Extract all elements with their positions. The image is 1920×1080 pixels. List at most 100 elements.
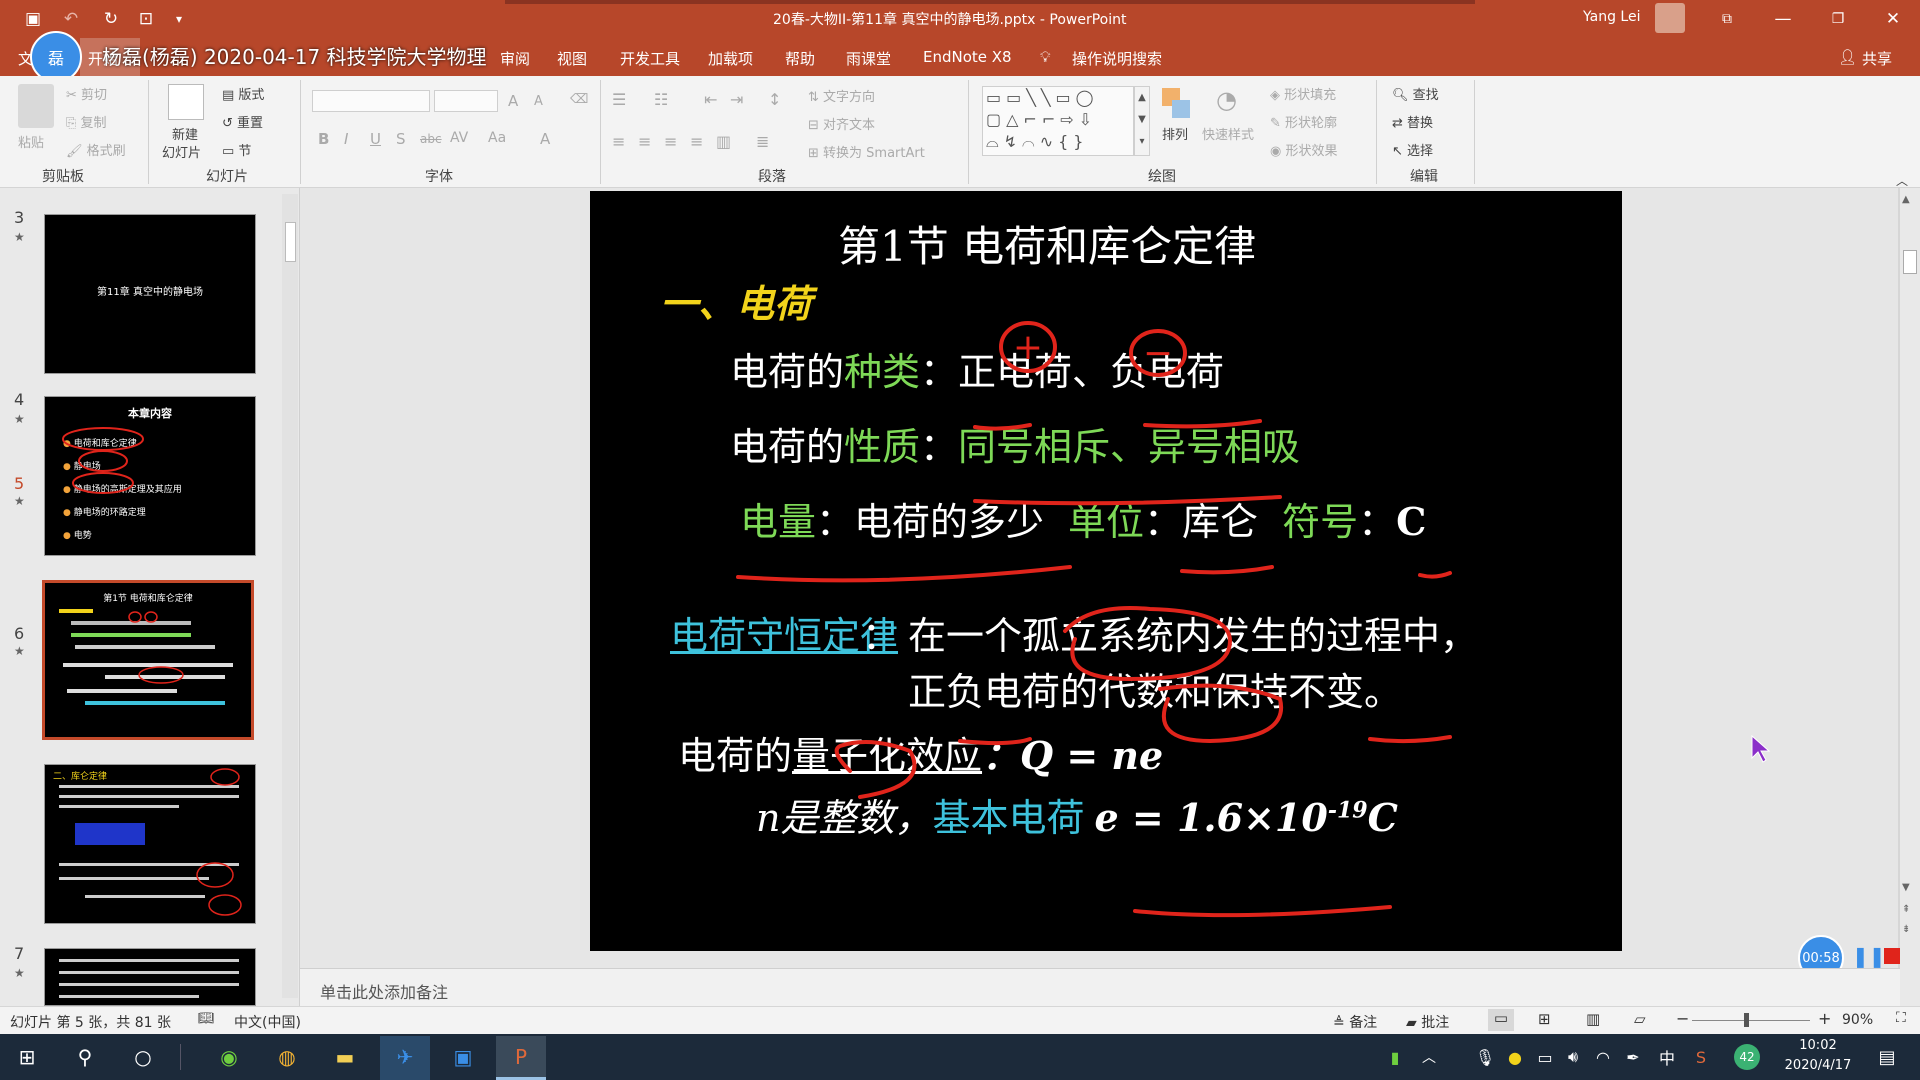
share-icon[interactable]: 👤︎ (1838, 48, 1857, 66)
slide-thumbnail-4[interactable]: 本章内容 ● 电荷和库仑定律 ● 静电场 ● 静电场的高斯定理及其应用 ● 静电… (44, 396, 256, 556)
char-spacing-icon[interactable]: AV (450, 130, 468, 146)
shrink-font-icon[interactable]: A (534, 94, 543, 109)
slideshow-icon[interactable]: ▱ (1634, 1010, 1646, 1028)
zoom-out-icon[interactable]: − (1676, 1009, 1689, 1028)
battery-icon[interactable]: ▭ (1530, 1042, 1560, 1072)
copy-button[interactable]: ⎘ 复制 (66, 112, 107, 131)
cortana-icon[interactable]: ○ (128, 1042, 158, 1072)
zoom-slider-thumb[interactable] (1744, 1013, 1749, 1027)
zoom-level[interactable]: 90% (1842, 1012, 1873, 1028)
numbering-icon[interactable]: ☷ (654, 90, 668, 109)
wifi-icon[interactable]: ◠ (1588, 1042, 1618, 1072)
app-360-icon[interactable]: ◉ (214, 1042, 244, 1072)
calendar-app-icon[interactable]: ▣ (448, 1042, 478, 1072)
shape-effects-button[interactable]: ◉ 形状效果 (1270, 140, 1338, 159)
powerpoint-icon[interactable]: P (506, 1042, 536, 1072)
collapse-ribbon-icon[interactable]: ︿ (1896, 172, 1908, 189)
paragraph-align-icon[interactable]: ≣ (756, 132, 769, 151)
reset-button[interactable]: ↺ 重置 (222, 112, 263, 131)
user-avatar[interactable] (1655, 3, 1685, 33)
shape-fill-button[interactable]: ◈ 形状填充 (1270, 84, 1336, 103)
italic-icon[interactable]: I (344, 130, 348, 148)
chrome-icon[interactable]: ◍ (272, 1042, 302, 1072)
reading-view-icon[interactable]: ▥ (1586, 1010, 1600, 1028)
select-button[interactable]: ↖ 选择 (1392, 140, 1433, 159)
thumbnail-scroll-thumb[interactable] (285, 222, 296, 262)
section-button[interactable]: ▭ 节 (222, 140, 251, 159)
quick-styles-icon[interactable]: ◔ (1216, 86, 1237, 114)
present-icon[interactable]: ⊡ (135, 8, 157, 30)
pen-icon[interactable]: ✒︎ (1618, 1042, 1648, 1072)
share-button[interactable]: 共享 (1862, 48, 1892, 69)
normal-view-icon[interactable]: ▭ (1488, 1009, 1514, 1031)
tab-help[interactable]: 帮助 (785, 48, 815, 69)
line-spacing-icon[interactable]: ↕ (768, 90, 781, 109)
underline-icon[interactable]: U (370, 130, 381, 148)
notes-pane[interactable]: 单击此处添加备注 (300, 968, 1900, 1006)
increase-indent-icon[interactable]: ⇥ (730, 90, 743, 109)
language-indicator[interactable]: 中文(中国) (234, 1012, 301, 1032)
sogou-icon[interactable]: S (1686, 1042, 1716, 1072)
minimize-icon[interactable]: — (1772, 8, 1794, 30)
tray-app-icon[interactable]: ● (1500, 1042, 1530, 1072)
font-family-select[interactable] (312, 90, 430, 112)
tab-view[interactable]: 视图 (557, 48, 587, 69)
clear-format-icon[interactable]: ⌫ (570, 92, 588, 107)
scroll-down-icon[interactable]: ▼ (1902, 882, 1910, 893)
notes-toggle[interactable]: ≜ 备注 (1333, 1012, 1377, 1032)
notification-badge[interactable]: 42 (1734, 1044, 1760, 1070)
battery-app-icon[interactable]: ▮ (1380, 1042, 1410, 1072)
windows-start-icon[interactable]: ⊞ (12, 1042, 42, 1072)
align-right-icon[interactable]: ≡ (664, 132, 677, 151)
change-case-icon[interactable]: Aa (488, 130, 506, 146)
tab-endnote[interactable]: EndNote X8 (923, 48, 1012, 66)
strikethrough-icon[interactable]: abc (420, 132, 442, 146)
bullets-icon[interactable]: ☰ (612, 90, 626, 109)
close-icon[interactable]: ✕ (1882, 8, 1904, 30)
shadow-icon[interactable]: S (396, 130, 406, 148)
quick-styles-button[interactable]: 快速样式 (1202, 124, 1254, 143)
customize-qat-icon[interactable]: ▾ (168, 8, 190, 30)
scroll-up-icon[interactable]: ▲ (1902, 194, 1910, 205)
volume-icon[interactable]: 🔊︎ (1558, 1042, 1588, 1072)
zoom-in-icon[interactable]: + (1818, 1009, 1831, 1028)
slide-thumbnail-3[interactable]: 第11章 真空中的静电场 (44, 214, 256, 374)
shape-outline-button[interactable]: ✎ 形状轮廓 (1270, 112, 1337, 131)
stop-recording-icon[interactable] (1884, 948, 1900, 964)
cut-button[interactable]: ✂ 剪切 (66, 84, 107, 103)
user-name[interactable]: Yang Lei (1583, 9, 1640, 25)
font-size-select[interactable] (434, 90, 498, 112)
paste-button[interactable]: 粘贴 (18, 132, 44, 151)
ribbon-display-options-icon[interactable]: ⧉ (1716, 8, 1738, 30)
layout-button[interactable]: ▤ 版式 (222, 84, 264, 103)
new-slide-icon[interactable] (168, 84, 204, 120)
justify-icon[interactable]: ≡ (690, 132, 703, 151)
text-direction-button[interactable]: ⇅ 文字方向 (808, 86, 875, 105)
font-color-icon[interactable]: A (540, 130, 550, 148)
next-slide-icon[interactable]: ⇟ (1902, 924, 1910, 935)
new-slide-label-2[interactable]: 幻灯片 (162, 142, 201, 161)
search-icon[interactable]: ⚲ (70, 1042, 100, 1072)
fit-to-window-icon[interactable]: ⛶ (1896, 1010, 1906, 1026)
smartart-button[interactable]: ⊞ 转换为 SmartArt (808, 142, 925, 161)
replace-button[interactable]: ⇄ 替换 (1392, 112, 1433, 131)
grow-font-icon[interactable]: A (508, 92, 518, 110)
vertical-scrollbar[interactable]: ▲ ▼ ⇞ ⇟ (1900, 188, 1920, 1006)
undo-icon[interactable]: ↶ (60, 8, 82, 30)
zoom-slider[interactable] (1692, 1020, 1810, 1021)
action-center-icon[interactable]: ▤ (1872, 1042, 1902, 1072)
paste-icon[interactable] (18, 84, 54, 128)
thumbnail-scrollbar[interactable] (282, 194, 298, 998)
shapes-gallery[interactable]: ▭▭╲╲▭◯ ▢△⌐⌐⇨⇩ ⌓↯⌒∿{} (982, 86, 1134, 156)
arrange-icon[interactable] (1162, 88, 1192, 122)
slide-thumbnail-6[interactable]: 二、库仑定律 (44, 764, 256, 924)
show-hidden-icons[interactable]: ︿ (1414, 1042, 1444, 1072)
align-left-icon[interactable]: ≡ (612, 132, 625, 151)
shapes-gallery-scroll[interactable]: ▲ ▼ ▾ (1134, 86, 1150, 156)
restore-icon[interactable]: ❐ (1827, 8, 1849, 30)
columns-icon[interactable]: ▥ (716, 132, 731, 151)
find-button[interactable]: 🔍︎ 查找 (1392, 84, 1439, 103)
current-slide[interactable]: 第1节 电荷和库仑定律 一、电荷 电荷的种类：正电荷、负电荷 电荷的性质：同号相… (590, 191, 1622, 951)
redo-icon[interactable]: ↻ (100, 8, 122, 30)
comments-toggle[interactable]: ▰ 批注 (1406, 1012, 1449, 1032)
